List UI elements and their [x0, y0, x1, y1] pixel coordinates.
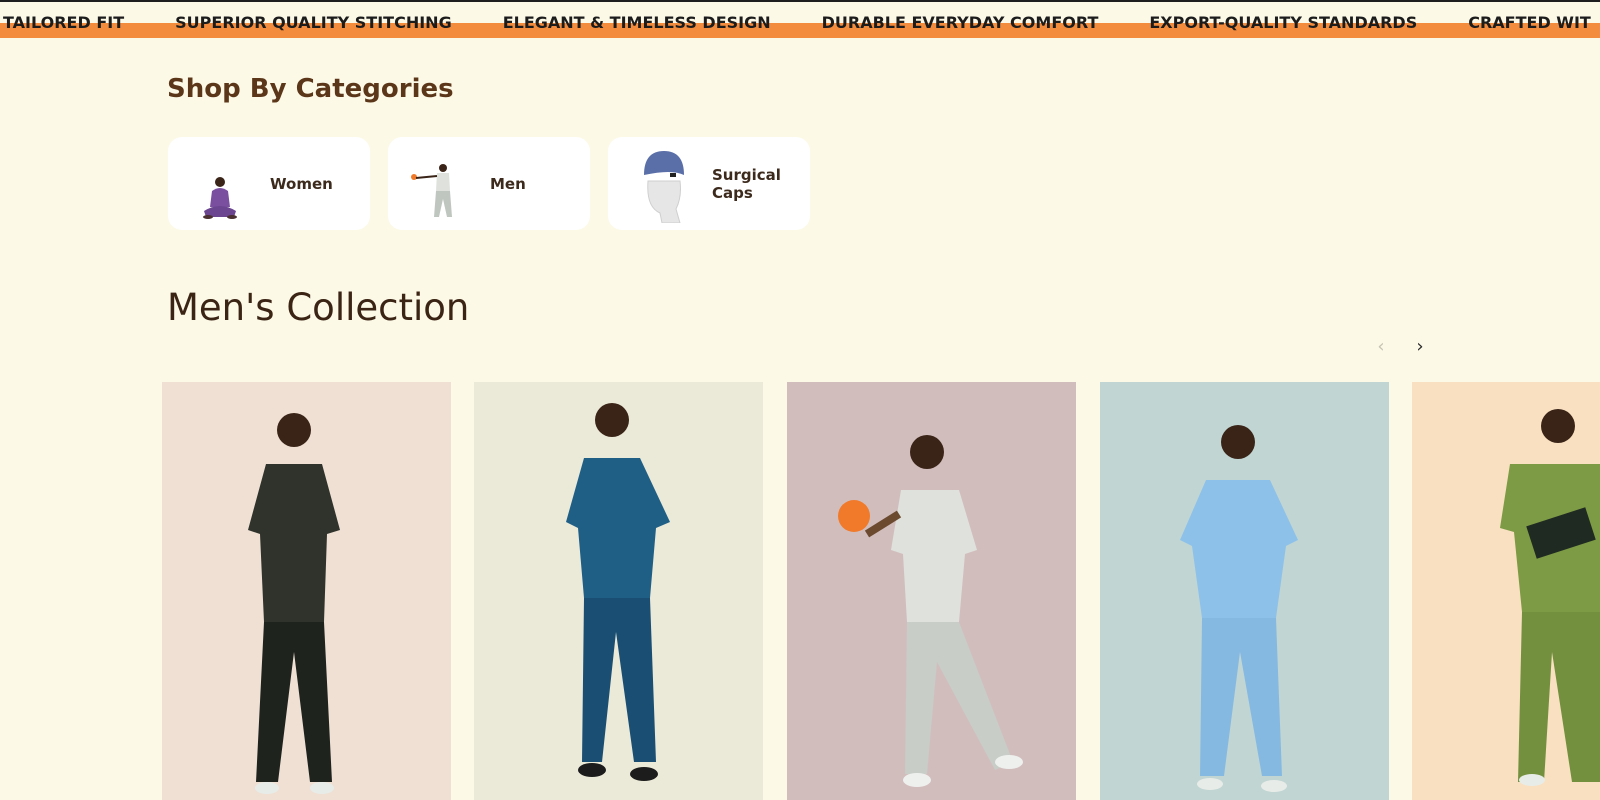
- chevron-right-icon[interactable]: ›: [1410, 337, 1430, 357]
- product-image: [474, 382, 763, 800]
- marquee-item: SUPERIOR QUALITY STITCHING: [175, 13, 452, 32]
- surgical-cap-image: [632, 145, 694, 223]
- announcement-marquee: TAILORED FIT SUPERIOR QUALITY STITCHING …: [0, 2, 1600, 38]
- product-card[interactable]: [162, 382, 451, 800]
- men-category-image: [410, 145, 472, 223]
- mens-collection-title: Men's Collection: [167, 286, 470, 329]
- chevron-left-icon[interactable]: ‹: [1371, 337, 1391, 357]
- product-card[interactable]: [1412, 382, 1600, 800]
- category-card-women[interactable]: Women: [168, 137, 370, 230]
- product-card[interactable]: [1100, 382, 1389, 800]
- shop-by-categories-title: Shop By Categories: [167, 74, 454, 104]
- marquee-track: TAILORED FIT SUPERIOR QUALITY STITCHING …: [3, 2, 1600, 38]
- marquee-item: DURABLE EVERYDAY COMFORT: [821, 13, 1099, 32]
- product-image: [1100, 382, 1389, 800]
- marquee-item: CRAFTED WIT: [1468, 13, 1591, 32]
- product-image: [787, 382, 1076, 800]
- category-label: Surgical Caps: [712, 165, 781, 202]
- category-label: Women: [270, 174, 333, 193]
- product-image: [162, 382, 451, 800]
- product-card[interactable]: [787, 382, 1076, 800]
- product-card[interactable]: [474, 382, 763, 800]
- product-image: [1412, 382, 1600, 800]
- marquee-item: ELEGANT & TIMELESS DESIGN: [502, 13, 771, 32]
- women-category-image: [190, 145, 252, 223]
- marquee-item: EXPORT-QUALITY STANDARDS: [1149, 13, 1418, 32]
- category-label: Men: [490, 174, 526, 193]
- category-card-men[interactable]: Men: [388, 137, 590, 230]
- category-card-surgical-caps[interactable]: Surgical Caps: [608, 137, 810, 230]
- marquee-item: TAILORED FIT: [3, 13, 125, 32]
